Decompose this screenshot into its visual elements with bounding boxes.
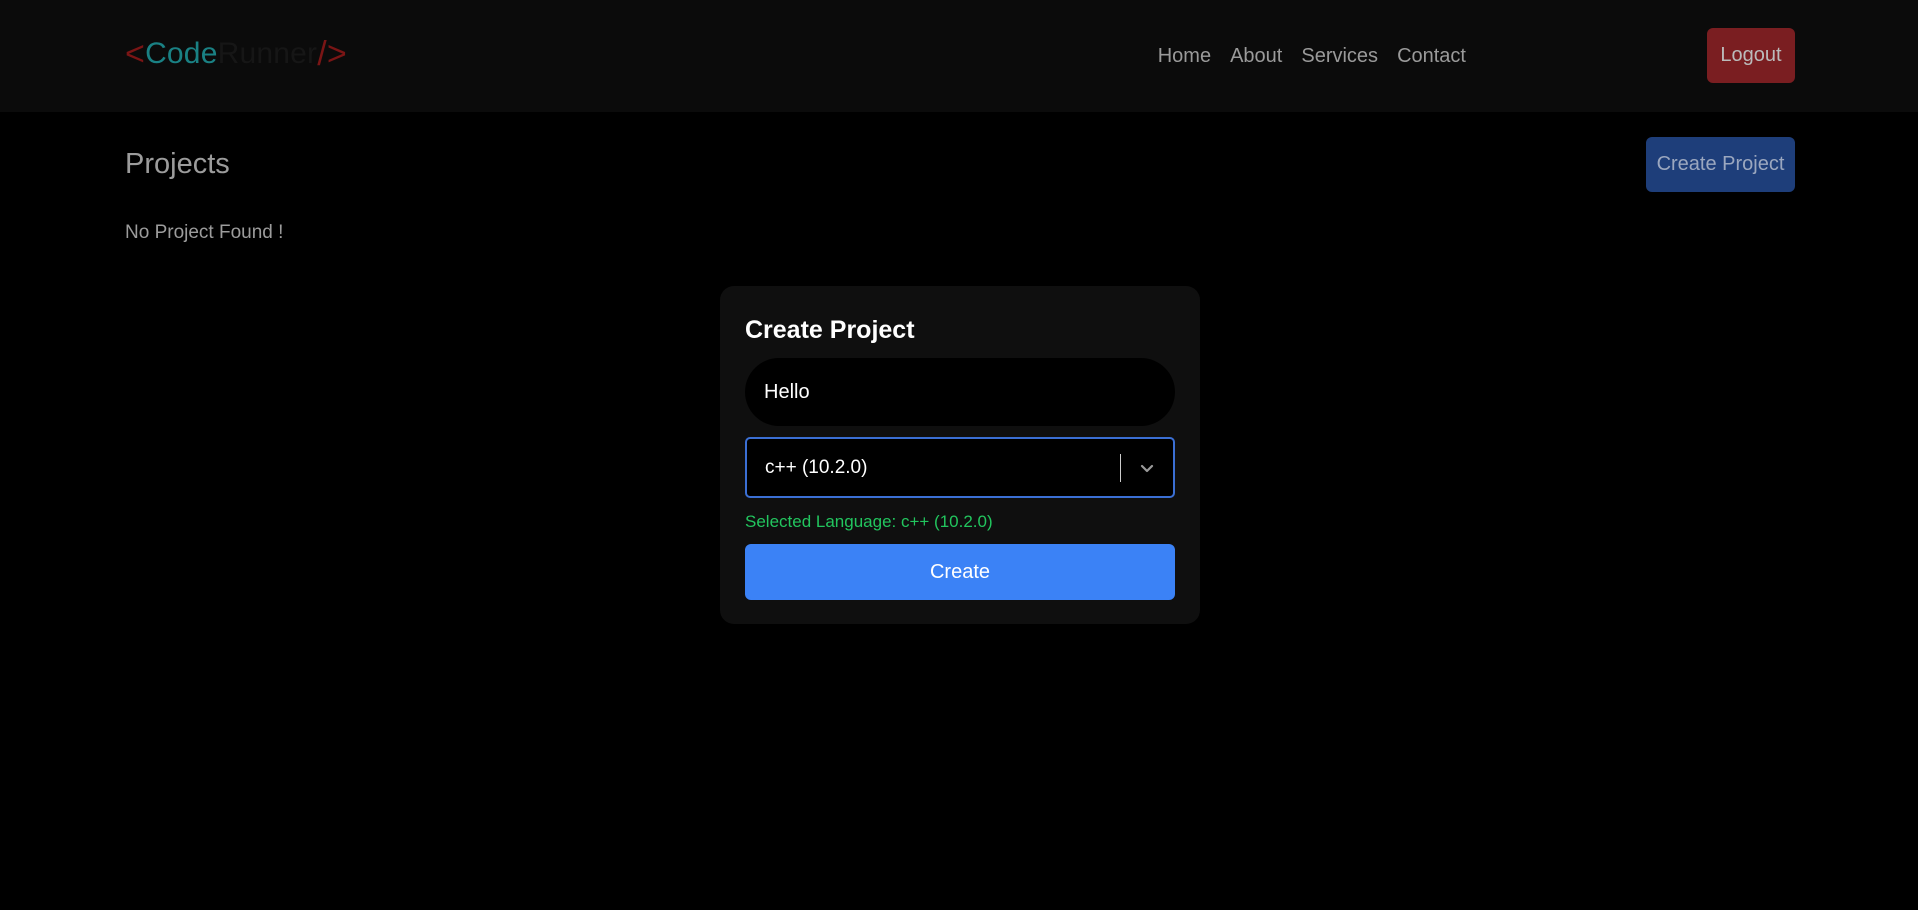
logout-button[interactable]: Logout	[1707, 28, 1795, 83]
create-project-button[interactable]: Create Project	[1646, 137, 1795, 192]
nav-link-home[interactable]: Home	[1158, 45, 1211, 68]
page-title: Projects	[125, 148, 230, 180]
logo[interactable]: < Code Runner />	[125, 32, 347, 76]
create-project-modal: Create Project c++ (10.2.0) Selected Lan…	[720, 286, 1200, 624]
nav-link-services[interactable]: Services	[1301, 45, 1378, 68]
language-select-value: c++ (10.2.0)	[765, 456, 868, 478]
chevron-down-icon[interactable]	[1121, 439, 1173, 496]
logo-code-text: Code	[145, 37, 218, 70]
page: < Code Runner /> Home About Services Con…	[0, 0, 1918, 910]
selected-language-text: Selected Language: c++ (10.2.0)	[745, 512, 993, 531]
navbar: < Code Runner /> Home About Services Con…	[0, 0, 1918, 112]
nav-link-about[interactable]: About	[1230, 45, 1282, 68]
logo-runner-text: Runner	[217, 37, 318, 70]
create-button[interactable]: Create	[745, 544, 1175, 600]
logo-close-bracket: />	[317, 34, 347, 73]
project-name-input[interactable]	[745, 358, 1175, 426]
logo-open-bracket: <	[125, 34, 146, 73]
nav-links: Home About Services Contact	[1158, 37, 1466, 75]
language-select[interactable]: c++ (10.2.0)	[745, 437, 1175, 498]
empty-projects-message: No Project Found !	[125, 222, 284, 243]
modal-title: Create Project	[745, 316, 915, 344]
nav-link-contact[interactable]: Contact	[1397, 45, 1466, 68]
